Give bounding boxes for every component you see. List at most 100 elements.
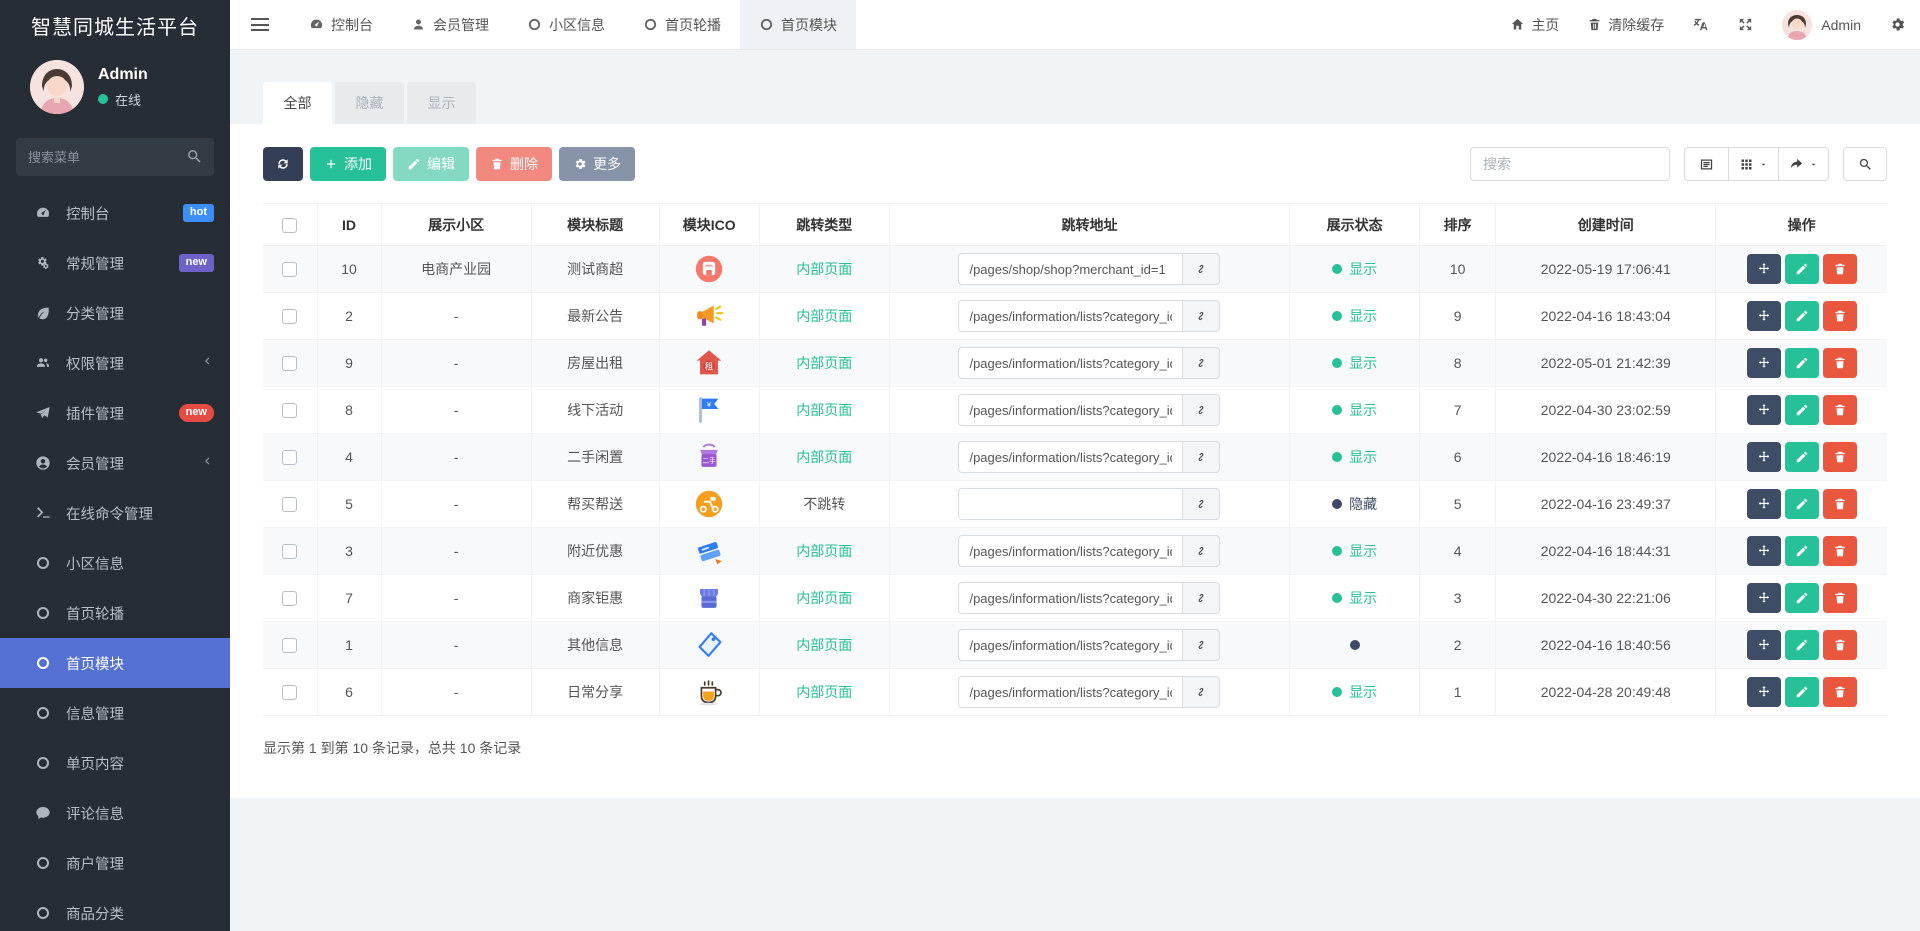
topnav-tab-1[interactable]: 控制台	[290, 0, 392, 49]
row-edit-button[interactable]	[1784, 630, 1819, 660]
open-link-button[interactable]	[1183, 629, 1221, 661]
hamburger-menu-icon[interactable]	[230, 0, 290, 49]
edit-button[interactable]: 编辑	[393, 147, 469, 181]
row-drag-button[interactable]	[1746, 254, 1781, 284]
row-delete-button[interactable]	[1822, 536, 1857, 566]
sidebar-item-15[interactable]: 商品分类	[0, 888, 230, 931]
row-checkbox[interactable]	[282, 638, 298, 654]
more-button[interactable]: 更多	[559, 147, 635, 181]
fullscreen-button[interactable]	[1723, 0, 1768, 49]
open-link-button[interactable]	[1183, 676, 1221, 708]
jump-url-input[interactable]	[958, 582, 1184, 614]
columns-button[interactable]	[1728, 147, 1778, 181]
row-delete-button[interactable]	[1822, 348, 1857, 378]
sidebar-item-14[interactable]: 商户管理	[0, 838, 230, 888]
row-checkbox[interactable]	[282, 309, 298, 325]
open-link-button[interactable]	[1183, 253, 1221, 285]
row-checkbox[interactable]	[282, 591, 298, 607]
open-link-button[interactable]	[1183, 300, 1221, 332]
sidebar-item-7[interactable]: 在线命令管理	[0, 488, 230, 538]
row-edit-button[interactable]	[1784, 254, 1819, 284]
topnav-tab-3[interactable]: 小区信息	[508, 0, 624, 49]
select-all-checkbox[interactable]	[282, 217, 298, 233]
row-delete-button[interactable]	[1822, 489, 1857, 519]
row-checkbox[interactable]	[282, 262, 298, 278]
sidebar-item-2[interactable]: 常规管理 new	[0, 238, 230, 288]
row-checkbox[interactable]	[282, 685, 298, 701]
row-delete-button[interactable]	[1822, 677, 1857, 707]
filter-tab-1[interactable]: 全部	[263, 82, 332, 124]
row-delete-button[interactable]	[1822, 630, 1857, 660]
row-delete-button[interactable]	[1822, 583, 1857, 613]
open-link-button[interactable]	[1183, 394, 1221, 426]
sidebar-item-8[interactable]: 小区信息	[0, 538, 230, 588]
export-button[interactable]	[1778, 147, 1829, 181]
row-drag-button[interactable]	[1746, 630, 1781, 660]
row-checkbox[interactable]	[282, 497, 298, 513]
clear-cache-button[interactable]: 清除缓存	[1573, 0, 1678, 49]
sidebar-item-3[interactable]: 分类管理	[0, 288, 230, 338]
jump-url-input[interactable]	[958, 347, 1184, 379]
table-search-input[interactable]	[1470, 147, 1670, 181]
sidebar-item-13[interactable]: 评论信息	[0, 788, 230, 838]
open-link-button[interactable]	[1183, 488, 1221, 520]
row-checkbox[interactable]	[282, 450, 298, 466]
row-checkbox[interactable]	[282, 403, 298, 419]
row-drag-button[interactable]	[1746, 536, 1781, 566]
row-delete-button[interactable]	[1822, 442, 1857, 472]
open-link-button[interactable]	[1183, 582, 1221, 614]
delete-button[interactable]: 删除	[476, 147, 552, 181]
row-drag-button[interactable]	[1746, 677, 1781, 707]
row-checkbox[interactable]	[282, 544, 298, 560]
jump-url-input[interactable]	[958, 535, 1184, 567]
language-switch-button[interactable]	[1678, 0, 1723, 49]
row-edit-button[interactable]	[1784, 583, 1819, 613]
add-button[interactable]: 添加	[310, 147, 386, 181]
row-delete-button[interactable]	[1822, 254, 1857, 284]
row-drag-button[interactable]	[1746, 442, 1781, 472]
search-submit-button[interactable]	[1843, 147, 1887, 181]
row-drag-button[interactable]	[1746, 301, 1781, 331]
row-edit-button[interactable]	[1784, 677, 1819, 707]
topnav-tab-5[interactable]: 首页模块	[740, 0, 856, 49]
row-drag-button[interactable]	[1746, 395, 1781, 425]
home-link[interactable]: 主页	[1496, 0, 1573, 49]
user-avatar[interactable]	[30, 60, 84, 114]
row-drag-button[interactable]	[1746, 348, 1781, 378]
sidebar-item-12[interactable]: 单页内容	[0, 738, 230, 788]
jump-url-input[interactable]	[958, 629, 1184, 661]
jump-url-input[interactable]	[958, 394, 1184, 426]
filter-tab-2[interactable]: 隐藏	[335, 82, 404, 124]
row-delete-button[interactable]	[1822, 395, 1857, 425]
open-link-button[interactable]	[1183, 535, 1221, 567]
open-link-button[interactable]	[1183, 347, 1221, 379]
row-edit-button[interactable]	[1784, 395, 1819, 425]
settings-button[interactable]	[1875, 0, 1920, 49]
row-edit-button[interactable]	[1784, 348, 1819, 378]
row-drag-button[interactable]	[1746, 583, 1781, 613]
jump-url-input[interactable]	[958, 253, 1184, 285]
sidebar-item-10[interactable]: 首页模块	[0, 638, 230, 688]
filter-tab-3[interactable]: 显示	[407, 82, 476, 124]
sidebar-item-1[interactable]: 控制台 hot	[0, 188, 230, 238]
topnav-user[interactable]: Admin	[1768, 0, 1875, 49]
row-edit-button[interactable]	[1784, 442, 1819, 472]
sidebar-item-6[interactable]: 会员管理	[0, 438, 230, 488]
menu-search-input[interactable]	[16, 138, 214, 176]
sidebar-item-4[interactable]: 权限管理	[0, 338, 230, 388]
topnav-tab-4[interactable]: 首页轮播	[624, 0, 740, 49]
open-link-button[interactable]	[1183, 441, 1221, 473]
row-edit-button[interactable]	[1784, 301, 1819, 331]
jump-url-input[interactable]	[958, 676, 1184, 708]
row-delete-button[interactable]	[1822, 301, 1857, 331]
detail-view-button[interactable]	[1684, 147, 1728, 181]
sidebar-item-9[interactable]: 首页轮播	[0, 588, 230, 638]
sidebar-item-11[interactable]: 信息管理	[0, 688, 230, 738]
row-edit-button[interactable]	[1784, 536, 1819, 566]
row-checkbox[interactable]	[282, 356, 298, 372]
jump-url-input[interactable]	[958, 488, 1184, 520]
jump-url-input[interactable]	[958, 300, 1184, 332]
topnav-tab-2[interactable]: 会员管理	[392, 0, 508, 49]
sidebar-item-5[interactable]: 插件管理 new	[0, 388, 230, 438]
row-drag-button[interactable]	[1746, 489, 1781, 519]
